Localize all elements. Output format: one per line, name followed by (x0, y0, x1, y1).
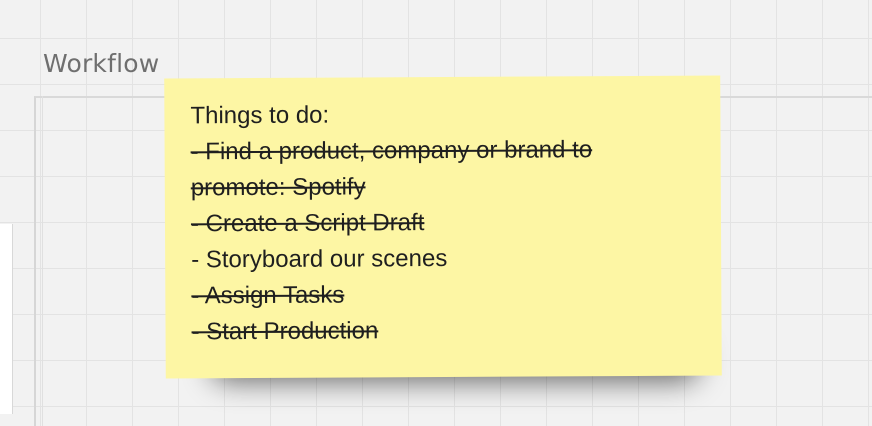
sticky-note-line: Things to do: (190, 101, 330, 130)
sticky-note-line: - Start Production (191, 317, 379, 346)
sticky-note-line: - Assign Tasks (191, 281, 345, 310)
side-panel (0, 224, 13, 414)
sticky-note[interactable]: Things to do: - Find a product, company … (164, 75, 722, 379)
sticky-note-line: - Create a Script Draft (190, 209, 425, 238)
frame-title[interactable]: Workflow (43, 49, 159, 78)
frame-divider (42, 96, 43, 426)
sticky-note-line: - Find a product, company or brand to (190, 136, 593, 166)
sticky-note-line: - Storyboard our scenes (191, 244, 448, 274)
sticky-note-line: promote: Spotify (190, 173, 366, 202)
